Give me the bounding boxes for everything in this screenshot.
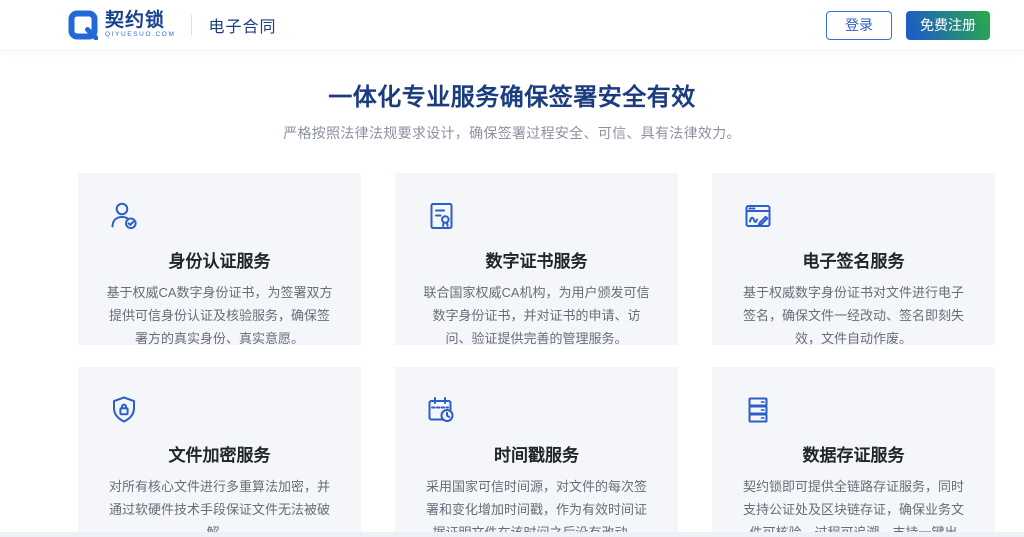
product-label: 电子合同	[208, 13, 276, 37]
service-description: 对所有核心文件进行多重算法加密，并通过软硬件技术手段保证文件无法被破解。	[106, 476, 333, 537]
top-nav: 契约锁 QIYUESUO.COM 电子合同 登录 免费注册	[0, 0, 1024, 51]
e-signature-icon	[740, 198, 776, 234]
services-section: 一体化专业服务确保签署安全有效 严格按照法律法规要求设计，确保签署过程安全、可信…	[0, 77, 1024, 537]
service-card-encryption: 文件加密服务 对所有核心文件进行多重算法加密，并通过软硬件技术手段保证文件无法被…	[78, 367, 361, 537]
service-description: 契约锁即可提供全链路存证服务，同时支持公证处及区块链存证，确保业务文件可核验、过…	[740, 476, 967, 537]
shield-lock-icon	[106, 392, 142, 428]
service-card-timestamp: 时间戳服务 采用国家可信时间源，对文件的每次签署和变化增加时间戳，作为有效时间证…	[395, 367, 678, 537]
service-title: 身份认证服务	[106, 247, 333, 272]
service-title: 电子签名服务	[740, 247, 967, 272]
service-title: 数字证书服务	[423, 247, 650, 272]
service-description: 基于权威CA数字身份证书，为签署双方提供可信身份认证及核验服务，确保签署方的真实…	[106, 282, 333, 350]
service-card-certificate: 数字证书服务 联合国家权威CA机构，为用户颁发可信数字身份证书，并对证书的申请、…	[395, 173, 678, 345]
header-divider	[191, 15, 192, 35]
next-section-edge	[0, 532, 1024, 537]
service-title: 时间戳服务	[423, 441, 650, 466]
timestamp-icon	[423, 392, 459, 428]
service-card-signature: 电子签名服务 基于权威数字身份证书对文件进行电子签名，确保文件一经改动、签名即刻…	[712, 173, 995, 345]
register-button[interactable]: 免费注册	[906, 11, 990, 40]
service-card-storage: 数据存证服务 契约锁即可提供全链路存证服务，同时支持公证处及区块链存证，确保业务…	[712, 367, 995, 537]
data-storage-icon	[740, 392, 776, 428]
login-button[interactable]: 登录	[826, 11, 892, 40]
qiyuesuo-q-icon	[68, 10, 98, 40]
service-card-identity: 身份认证服务 基于权威CA数字身份证书，为签署双方提供可信身份认证及核验服务，确…	[78, 173, 361, 345]
service-title: 数据存证服务	[740, 441, 967, 466]
service-description: 基于权威数字身份证书对文件进行电子签名，确保文件一经改动、签名即刻失效，文件自动…	[740, 282, 967, 350]
service-description: 联合国家权威CA机构，为用户颁发可信数字身份证书，并对证书的申请、访问、验证提供…	[423, 282, 650, 350]
logo-domain: QIYUESUO.COM	[105, 32, 175, 39]
page-title: 一体化专业服务确保签署安全有效	[0, 77, 1024, 112]
service-title: 文件加密服务	[106, 441, 333, 466]
identity-check-icon	[106, 198, 142, 234]
logo[interactable]: 契约锁 QIYUESUO.COM	[68, 10, 175, 40]
digital-certificate-icon	[423, 198, 459, 234]
services-grid: 身份认证服务 基于权威CA数字身份证书，为签署双方提供可信身份认证及核验服务，确…	[78, 173, 1024, 537]
logo-name: 契约锁	[105, 11, 175, 30]
service-description: 采用国家可信时间源，对文件的每次签署和变化增加时间戳，作为有效时间证据证明文件在…	[423, 476, 650, 537]
page-subtitle: 严格按照法律法规要求设计，确保签署过程安全、可信、具有法律效力。	[0, 123, 1024, 143]
